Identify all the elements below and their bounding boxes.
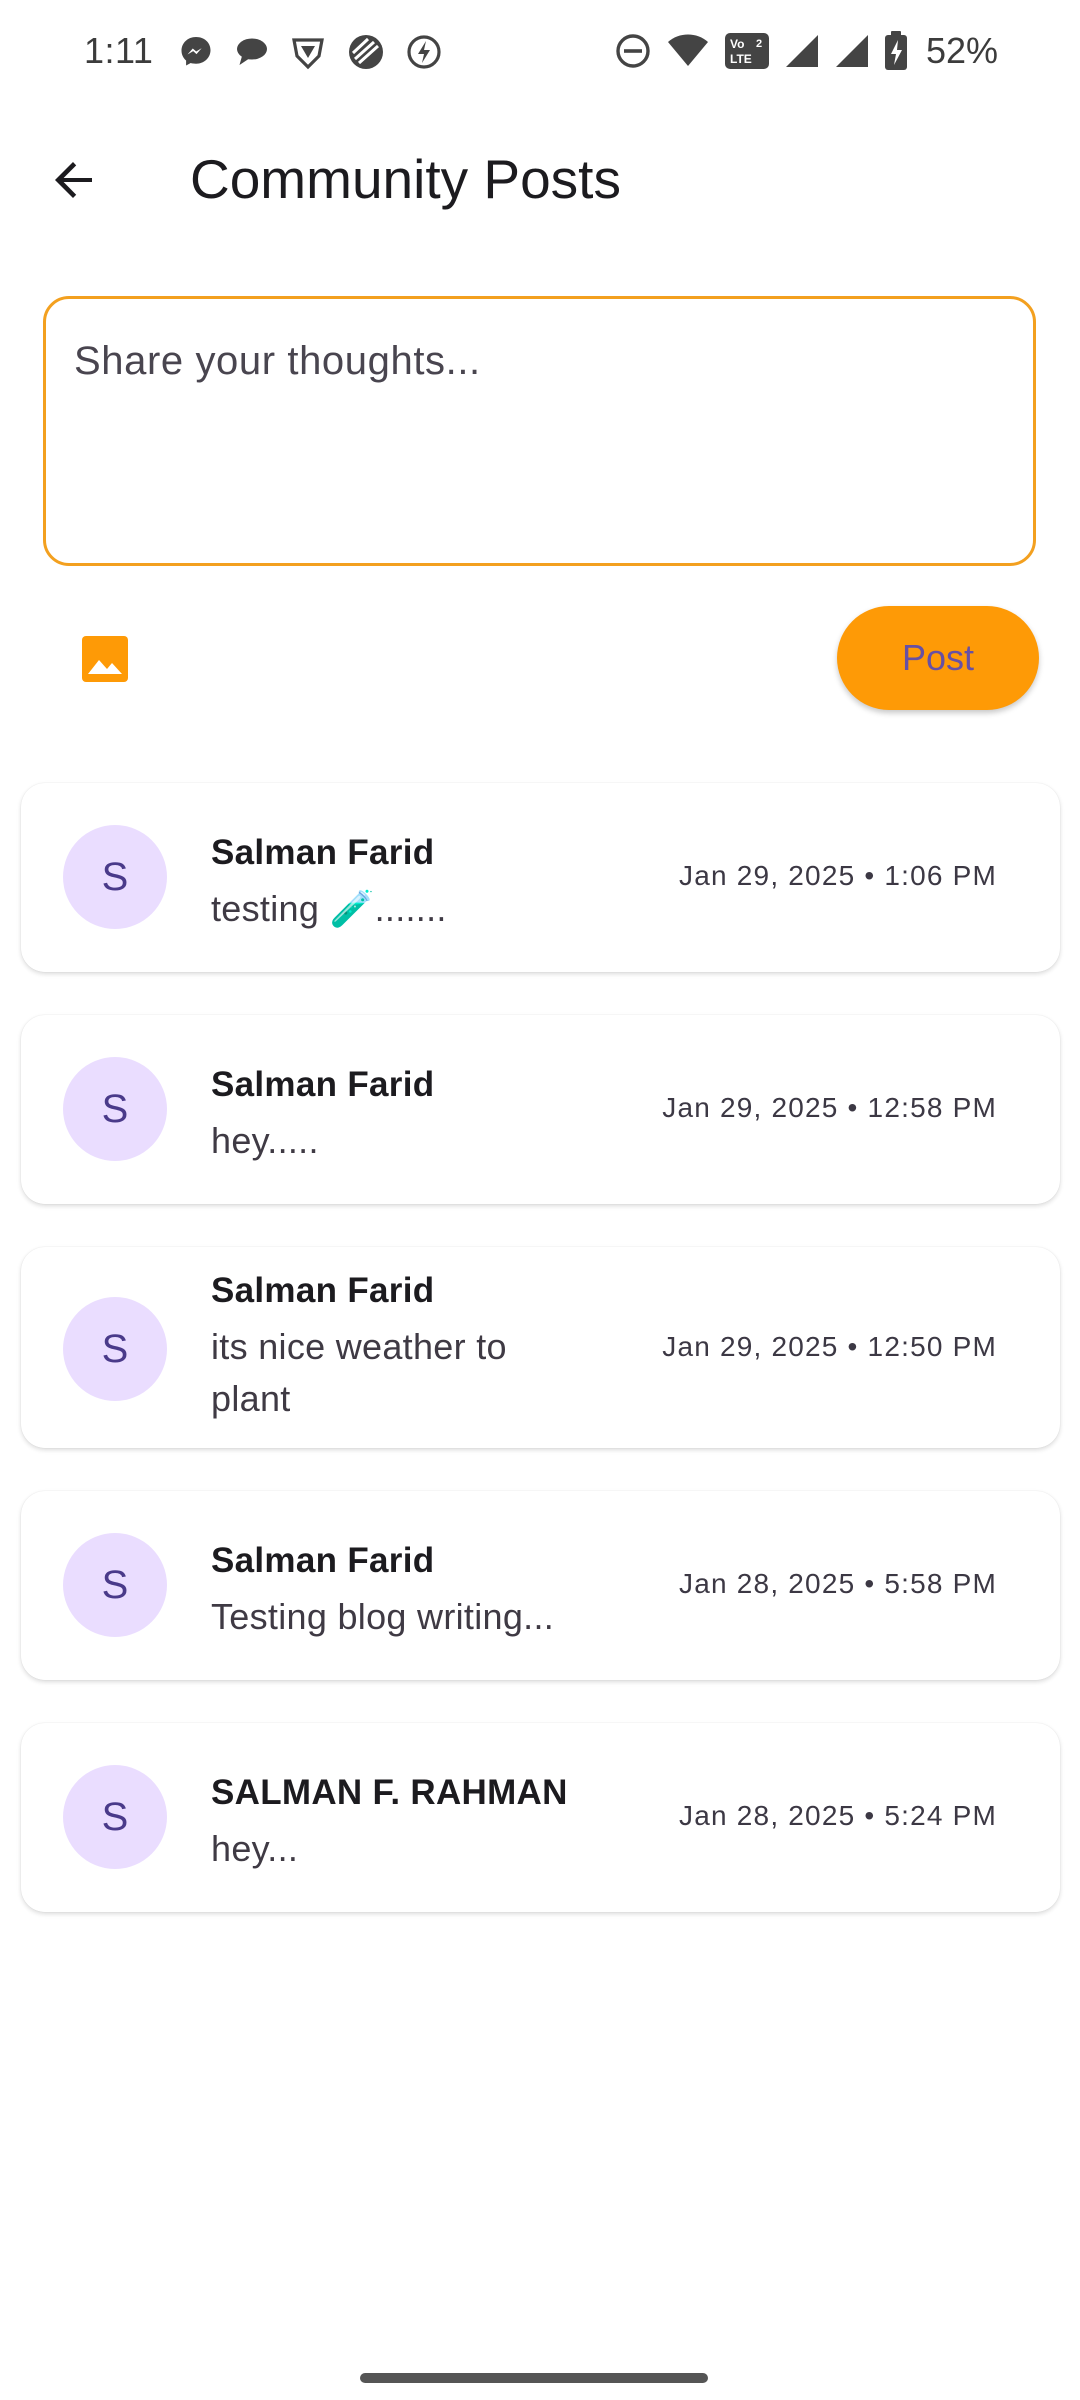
post-author: Salman Farid xyxy=(211,1541,435,1580)
post-body: testing 🧪....... xyxy=(211,888,447,929)
post-card[interactable]: S Salman Farid its nice weather to plant… xyxy=(21,1247,1060,1448)
post-author: SALMAN F. RAHMAN xyxy=(211,1773,568,1812)
avatar: S xyxy=(63,825,167,929)
post-body: Testing blog writing... xyxy=(211,1596,555,1637)
app-swirl-icon xyxy=(346,32,386,72)
page-title: Community Posts xyxy=(190,148,621,210)
status-bar: 1:11 Vo 2 LTE 52% xyxy=(0,0,1080,110)
post-body: its nice weather to plant xyxy=(211,1326,507,1419)
avatar: S xyxy=(63,1765,167,1869)
post-card[interactable]: S Salman Farid Testing blog writing... J… xyxy=(21,1491,1060,1680)
post-timestamp: Jan 29, 2025 • 12:58 PM xyxy=(662,1092,997,1123)
chat-bubble-icon xyxy=(234,34,270,70)
post-timestamp: Jan 29, 2025 • 12:50 PM xyxy=(662,1331,997,1362)
post-timestamp: Jan 28, 2025 • 5:58 PM xyxy=(679,1568,997,1599)
arrow-back-icon xyxy=(55,162,92,198)
battery-charging-icon xyxy=(884,31,908,71)
post-timestamp: Jan 28, 2025 • 5:24 PM xyxy=(679,1800,997,1831)
avatar: S xyxy=(63,1057,167,1161)
app-bar: Community Posts xyxy=(0,120,1080,240)
post-author: Salman Farid xyxy=(211,1271,435,1310)
post-author: Salman Farid xyxy=(211,833,435,872)
post-timestamp: Jan 29, 2025 • 1:06 PM xyxy=(679,860,997,891)
messenger-icon xyxy=(178,34,214,70)
thoughts-input[interactable] xyxy=(74,339,1004,539)
back-button[interactable] xyxy=(36,142,112,218)
status-time: 1:11 xyxy=(84,30,154,71)
gesture-navigation-bar[interactable] xyxy=(360,2373,708,2383)
volte-icon: Vo 2 LTE xyxy=(724,32,770,70)
do-not-disturb-icon xyxy=(614,32,652,70)
signal-icon xyxy=(784,33,820,69)
image-icon xyxy=(82,636,128,682)
avatar: S xyxy=(63,1297,167,1401)
post-button[interactable]: Post xyxy=(837,606,1039,710)
post-card[interactable]: S SALMAN F. RAHMAN hey... Jan 28, 2025 •… xyxy=(21,1723,1060,1912)
post-composer xyxy=(43,296,1036,566)
bolt-icon xyxy=(406,34,442,70)
post-author: Salman Farid xyxy=(211,1065,435,1104)
post-card[interactable]: S Salman Farid testing 🧪....... Jan 29, … xyxy=(21,783,1060,972)
svg-text:LTE: LTE xyxy=(730,52,752,66)
svg-text:2: 2 xyxy=(756,38,762,50)
post-body: hey..... xyxy=(211,1120,319,1161)
avatar: S xyxy=(63,1533,167,1637)
wifi-icon xyxy=(666,33,710,69)
post-card[interactable]: S Salman Farid hey..... Jan 29, 2025 • 1… xyxy=(21,1015,1060,1204)
attach-image-button[interactable] xyxy=(78,632,132,686)
vpn-shield-icon xyxy=(290,34,326,70)
post-body: hey... xyxy=(211,1828,299,1869)
battery-percentage: 52% xyxy=(925,30,998,71)
notification-icons xyxy=(178,32,442,72)
svg-text:Vo: Vo xyxy=(730,37,744,51)
signal-icon xyxy=(834,33,870,69)
system-status-icons: Vo 2 LTE 52% xyxy=(614,30,998,72)
